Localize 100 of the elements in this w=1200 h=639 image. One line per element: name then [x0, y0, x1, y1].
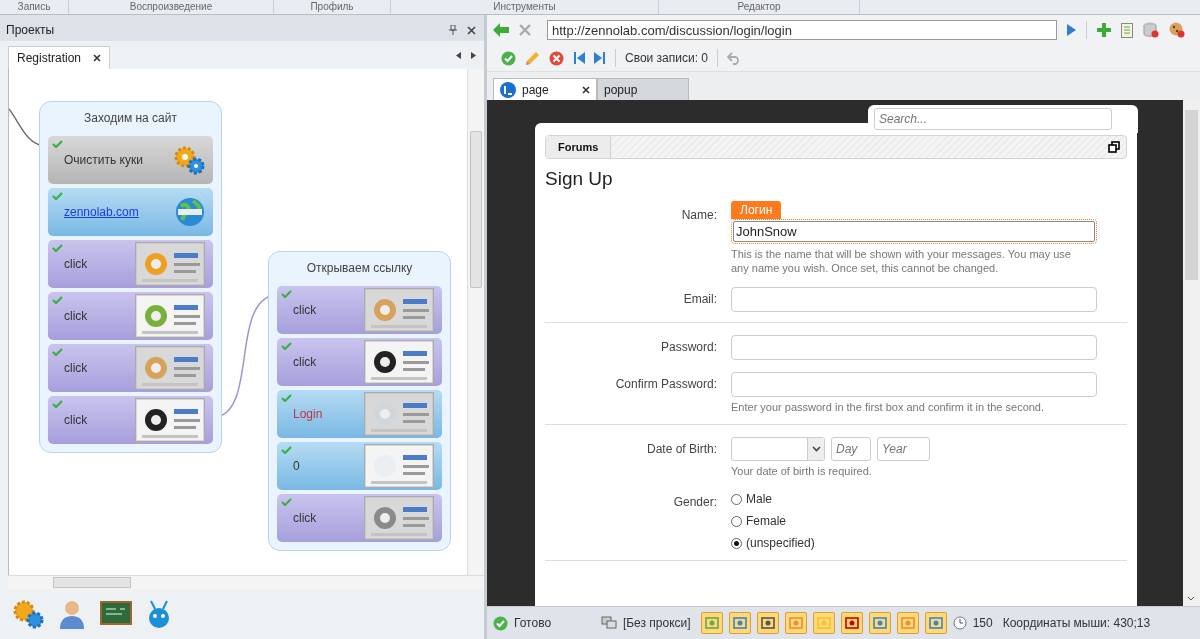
database-icon[interactable] — [1143, 22, 1159, 38]
toggle-button[interactable] — [868, 612, 891, 634]
ribbon-group-label: Запись — [0, 0, 69, 14]
toggle-button[interactable] — [700, 612, 723, 634]
node-link[interactable]: zennolab.com — [64, 205, 175, 219]
field-label: Date of Birth: — [645, 441, 717, 458]
ribbon-group-label: Редактор — [659, 0, 860, 14]
pin-icon[interactable] — [449, 25, 457, 35]
popup-icon[interactable] — [1108, 141, 1120, 153]
back-arrow-icon[interactable] — [493, 23, 509, 37]
browser-tab[interactable]: page — [493, 78, 597, 100]
skip-end-icon[interactable] — [594, 52, 606, 64]
toggle-button[interactable] — [784, 612, 807, 634]
pencil-icon[interactable] — [525, 50, 540, 66]
field-label: Email: — [682, 291, 717, 308]
day-field[interactable]: Day — [831, 437, 871, 461]
tool-icon — [900, 616, 915, 630]
stop-icon[interactable] — [519, 24, 531, 36]
toggle-button[interactable] — [812, 612, 835, 634]
ready-icon — [493, 615, 508, 631]
month-dropdown[interactable] — [731, 437, 825, 461]
tool-icon — [788, 616, 803, 630]
add-icon[interactable] — [1097, 23, 1111, 37]
action-node[interactable]: 0 — [277, 442, 442, 490]
scroll-left-icon[interactable] — [456, 51, 461, 59]
toggle-button[interactable] — [756, 612, 779, 634]
status-text: Готово — [514, 616, 552, 630]
radio-option[interactable]: Female — [731, 514, 1097, 528]
cancel-icon[interactable] — [549, 50, 564, 66]
close-icon[interactable] — [467, 25, 476, 35]
year-field[interactable]: Year — [877, 437, 930, 461]
mouse-coordinates: Координаты мыши: 430;13 — [1002, 616, 1151, 630]
action-node[interactable]: click — [48, 240, 213, 288]
field-label: Gender: — [672, 494, 717, 511]
ribbon-group-label: Инструменты — [391, 0, 659, 14]
input-field[interactable] — [731, 335, 1097, 360]
go-icon[interactable] — [1067, 24, 1076, 36]
field-label: Password: — [659, 339, 717, 356]
toggle-button[interactable] — [728, 612, 751, 634]
vertical-scrollbar[interactable] — [467, 69, 484, 575]
caret-icon — [811, 446, 821, 452]
tool-icon — [732, 616, 747, 630]
tool-icon — [704, 616, 719, 630]
action-node[interactable]: Очистить куки — [48, 136, 213, 184]
panel-title: Проекты — [6, 23, 55, 37]
radio-option[interactable]: (unspecified) — [731, 536, 1097, 550]
radio-option[interactable]: Male — [731, 492, 1097, 506]
skip-start-icon[interactable] — [573, 52, 585, 64]
field-label: Confirm Password: — [614, 376, 717, 393]
cookie-icon[interactable] — [1169, 22, 1185, 38]
action-node[interactable]: zennolab.com — [48, 188, 213, 236]
input-field[interactable] — [731, 372, 1097, 397]
document-tab[interactable]: Registration — [8, 46, 111, 69]
node-label: click — [293, 303, 318, 317]
action-node[interactable]: click — [48, 396, 213, 444]
node-label: click — [64, 361, 89, 375]
clock-icon — [952, 616, 967, 630]
input-field[interactable]: JohnSnow — [731, 219, 1097, 244]
close-icon[interactable] — [93, 54, 102, 62]
globe-icon — [175, 197, 205, 227]
node-label: click — [293, 355, 318, 369]
action-node[interactable]: click — [48, 344, 213, 392]
group-title: Заходим на сайт — [83, 110, 178, 127]
action-node[interactable]: click — [277, 338, 442, 386]
toggle-button[interactable] — [924, 612, 947, 634]
vertical-scrollbar[interactable] — [1183, 100, 1200, 606]
toggle-button[interactable] — [896, 612, 919, 634]
gears-icon[interactable] — [12, 599, 44, 629]
records-counter: Свои записи: 0 — [625, 51, 709, 65]
gears-icon — [173, 145, 205, 175]
field-hint: Your date of birth is required. — [731, 464, 873, 478]
person-icon[interactable] — [58, 599, 86, 629]
site-icon — [500, 81, 516, 98]
action-node[interactable]: click — [48, 292, 213, 340]
horizontal-scrollbar[interactable] — [8, 575, 484, 589]
page-heading: Sign Up — [545, 167, 613, 191]
input-field[interactable] — [731, 287, 1097, 312]
field-hint: This is the name that will be shown with your messages. You may use any name you wish. Once set, this cannot be changed. — [731, 247, 1071, 275]
tool-icon — [872, 616, 887, 630]
node-label: 0 — [293, 459, 301, 473]
tool-icon — [928, 616, 943, 630]
field-tag: Логин — [731, 201, 782, 219]
document-icon[interactable] — [1121, 22, 1133, 38]
action-node[interactable]: click — [277, 494, 442, 542]
address-field[interactable]: http://zennolab.com/discussion/login/login — [547, 20, 1057, 40]
tool-icon — [816, 616, 831, 630]
browser-tab[interactable]: popup — [597, 78, 689, 100]
search-field[interactable]: Search... — [874, 108, 1112, 130]
creature-icon[interactable] — [146, 599, 172, 629]
chalkboard-icon[interactable] — [100, 601, 132, 627]
confirm-icon[interactable] — [501, 50, 516, 66]
scroll-right-icon[interactable] — [471, 51, 476, 59]
proxy-status[interactable]: [Без прокси] — [622, 616, 691, 630]
scroll-down-icon[interactable] — [1187, 596, 1195, 601]
breadcrumb-link[interactable]: Forums — [546, 136, 612, 158]
close-icon[interactable] — [582, 85, 590, 94]
tool-icon — [760, 616, 775, 630]
toggle-button[interactable] — [840, 612, 863, 634]
action-node[interactable]: click — [277, 286, 442, 334]
thread-count: 150 — [972, 616, 993, 630]
